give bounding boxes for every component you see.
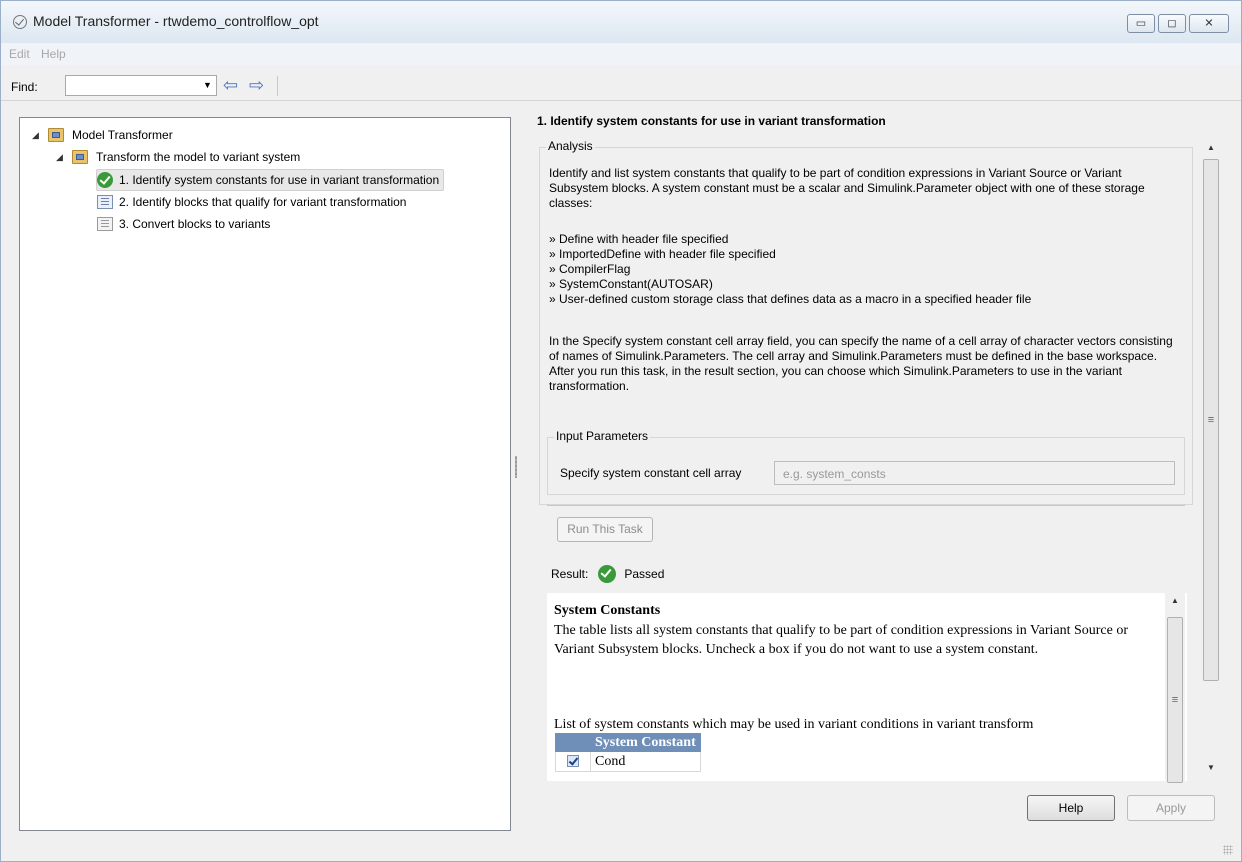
- detail-scroll-thumb[interactable]: ≡: [1203, 159, 1219, 681]
- tree-group[interactable]: ◢ Transform the model to variant system: [56, 147, 300, 167]
- minimize-icon: ▭: [1135, 17, 1147, 29]
- result-description: The table lists all system constants tha…: [554, 623, 1129, 657]
- tree-task-label: 1. Identify system constants for use in …: [119, 173, 440, 187]
- storage-class-item: » User-defined custom storage class that…: [549, 292, 1032, 306]
- forward-arrow-icon[interactable]: ⇨: [249, 76, 264, 94]
- system-constants-table: System Constant Cond: [555, 733, 701, 772]
- table-header-system-constant: System Constant: [590, 733, 701, 752]
- chevron-down-icon[interactable]: ▼: [203, 80, 212, 90]
- tree-task-3[interactable]: 3. Convert blocks to variants: [97, 214, 270, 234]
- maximize-button[interactable]: ◻: [1158, 14, 1186, 33]
- scroll-grip-icon: ≡: [1207, 414, 1215, 426]
- storage-class-item: » CompilerFlag: [549, 262, 631, 276]
- storage-class-item: » Define with header file specified: [549, 232, 729, 246]
- menu-help[interactable]: Help: [41, 47, 66, 61]
- expand-triangle-icon[interactable]: ◢: [56, 152, 66, 163]
- result-scrollbar[interactable]: ▲ ≡: [1165, 593, 1185, 783]
- table-row: Cond: [555, 751, 701, 772]
- passed-check-icon: [598, 565, 617, 583]
- tree-task-label: 2. Identify blocks that qualify for vari…: [119, 195, 407, 209]
- table-cell-checkbox: [555, 751, 591, 772]
- storage-class-list: » Define with header file specified » Im…: [549, 232, 1179, 307]
- window-controls: ▭ ◻ ✕: [1127, 14, 1229, 33]
- result-list-caption: List of system constants which may be us…: [554, 717, 1034, 732]
- tree-task-1[interactable]: 1. Identify system constants for use in …: [96, 169, 445, 191]
- scroll-up-icon[interactable]: ▲: [1165, 596, 1185, 605]
- title-bar: Model Transformer - rtwdemo_controlflow_…: [1, 1, 1241, 44]
- analysis-label: Analysis: [546, 139, 595, 153]
- scroll-up-icon[interactable]: ▲: [1201, 143, 1221, 152]
- apply-button[interactable]: Apply: [1127, 795, 1215, 821]
- menu-bar: Edit Help: [1, 43, 1241, 65]
- section-divider: [547, 505, 1185, 506]
- system-constant-input[interactable]: e.g. system_consts: [774, 461, 1175, 485]
- toolbar: Find: ▼ ⇦ ⇨: [1, 66, 1241, 101]
- result-label: Result:: [551, 567, 589, 581]
- tree-task-label: 3. Convert blocks to variants: [119, 217, 271, 231]
- help-button[interactable]: Help: [1027, 795, 1115, 821]
- task-list-icon: [97, 195, 113, 209]
- result-status-text: Passed: [624, 567, 665, 581]
- window-title: Model Transformer - rtwdemo_controlflow_…: [33, 13, 319, 29]
- tree-root[interactable]: ◢ Model Transformer: [32, 125, 173, 145]
- expand-triangle-icon[interactable]: ◢: [32, 130, 42, 141]
- include-constant-checkbox[interactable]: [567, 755, 579, 768]
- scroll-down-icon[interactable]: ▼: [1201, 763, 1221, 772]
- tree-group-label: Transform the model to variant system: [96, 150, 301, 164]
- storage-class-item: » ImportedDefine with header file specif…: [549, 247, 776, 261]
- close-icon: ✕: [1204, 17, 1214, 29]
- folder-icon: [72, 150, 88, 164]
- close-button[interactable]: ✕: [1189, 14, 1229, 33]
- table-cell-name: Cond: [590, 751, 701, 772]
- task-tree: ◢ Model Transformer ◢ Transform the mode…: [19, 117, 511, 831]
- resize-grip[interactable]: [1223, 845, 1233, 855]
- folder-icon: [48, 128, 64, 142]
- storage-class-item: » SystemConstant(AUTOSAR): [549, 277, 713, 291]
- task-title: 1. Identify system constants for use in …: [537, 114, 886, 128]
- tree-root-label: Model Transformer: [72, 128, 173, 142]
- passed-check-icon: [97, 172, 113, 188]
- result-scroll-thumb[interactable]: ≡: [1167, 617, 1183, 783]
- tree-task-2[interactable]: 2. Identify blocks that qualify for vari…: [97, 192, 406, 212]
- menu-edit[interactable]: Edit: [9, 47, 30, 61]
- task-list-icon: [97, 217, 113, 231]
- find-input[interactable]: [65, 75, 217, 96]
- analysis-note: In the Specify system constant cell arra…: [549, 334, 1173, 393]
- result-status: Result: Passed: [551, 565, 664, 583]
- table-header-row: System Constant: [555, 733, 701, 752]
- splitter-handle[interactable]: [515, 456, 517, 478]
- system-constant-field-label: Specify system constant cell array: [560, 466, 742, 480]
- model-transformer-window: Model Transformer - rtwdemo_controlflow_…: [0, 0, 1242, 862]
- scroll-grip-icon: ≡: [1171, 694, 1179, 706]
- result-report: System Constants The table lists all sys…: [547, 593, 1187, 781]
- result-heading: System Constants: [554, 603, 661, 618]
- app-check-icon: [13, 15, 27, 29]
- minimize-button[interactable]: ▭: [1127, 14, 1155, 33]
- back-arrow-icon[interactable]: ⇦: [223, 76, 238, 94]
- table-header-checkbox-col: [555, 733, 591, 752]
- maximize-icon: ◻: [1167, 17, 1177, 29]
- run-this-task-button[interactable]: Run This Task: [557, 517, 653, 542]
- toolbar-divider: [277, 76, 278, 96]
- input-parameters-label: Input Parameters: [554, 429, 651, 443]
- analysis-intro: Identify and list system constants that …: [549, 166, 1145, 210]
- detail-scrollbar[interactable]: ▲ ≡ ▼: [1201, 139, 1221, 787]
- input-parameters-group: Input Parameters Specify system constant…: [547, 429, 1185, 495]
- find-label: Find:: [11, 80, 38, 94]
